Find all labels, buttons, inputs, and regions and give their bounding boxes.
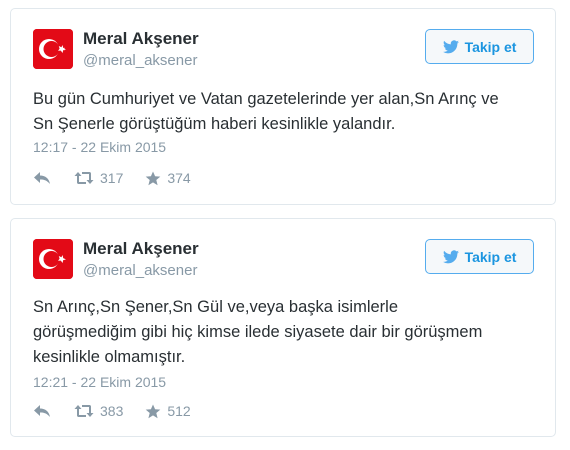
- timestamp[interactable]: 12:17 - 22 Ekim 2015: [33, 139, 166, 155]
- twitter-bird-icon: [442, 249, 459, 264]
- follow-label: Takip et: [464, 38, 517, 55]
- favorite-count: 374: [167, 170, 191, 186]
- timestamp[interactable]: 12:21 - 22 Ekim 2015: [33, 374, 166, 390]
- avatar[interactable]: [33, 239, 73, 279]
- tweet-actions: 317 374: [33, 170, 191, 186]
- retweet-button[interactable]: 317: [74, 170, 123, 186]
- tweet-card: Meral Akşener @meral_aksener Takip et Sn…: [10, 218, 556, 437]
- reply-icon: [34, 172, 50, 184]
- follow-button[interactable]: Takip et: [425, 239, 534, 274]
- star-icon: [146, 404, 161, 418]
- favorite-button[interactable]: 374: [145, 170, 191, 186]
- author-name[interactable]: Meral Akşener: [83, 29, 199, 49]
- follow-label: Takip et: [464, 248, 517, 265]
- reply-button[interactable]: [33, 171, 51, 185]
- tweet-actions: 383 512: [33, 403, 191, 419]
- reply-button[interactable]: [33, 404, 51, 418]
- turkish-flag-icon: [33, 239, 73, 279]
- favorite-button[interactable]: 512: [145, 403, 191, 419]
- favorite-count: 512: [167, 403, 191, 419]
- author-handle[interactable]: @meral_aksener: [83, 52, 197, 70]
- twitter-bird-icon: [442, 39, 459, 54]
- retweet-button[interactable]: 383: [74, 403, 123, 419]
- tweet-text: Bu gün Cumhuriyet ve Vatan gazetelerinde…: [33, 90, 499, 133]
- tweet-card: Meral Akşener @meral_aksener Takip et Bu…: [10, 8, 556, 205]
- avatar[interactable]: [33, 29, 73, 69]
- retweet-icon: [74, 405, 94, 417]
- star-icon: [146, 171, 161, 185]
- tweet-text: Sn Arınç,Sn Şener,Sn Gül ve,veya başka i…: [33, 298, 483, 366]
- retweet-icon: [74, 172, 94, 184]
- turkish-flag-icon: [33, 29, 73, 69]
- author-handle[interactable]: @meral_aksener: [83, 262, 197, 280]
- reply-icon: [34, 405, 50, 417]
- follow-button[interactable]: Takip et: [425, 29, 534, 64]
- author-name[interactable]: Meral Akşener: [83, 239, 199, 259]
- retweet-count: 383: [100, 403, 124, 419]
- retweet-count: 317: [100, 170, 124, 186]
